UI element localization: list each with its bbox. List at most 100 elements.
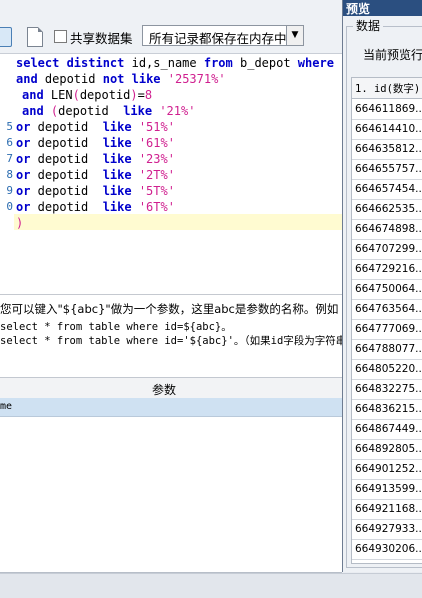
preview-id-cell[interactable]: 664657454... [355,183,422,195]
preview-id-cell[interactable]: 664805220... [355,363,422,375]
line-number: 9 [6,184,13,197]
preview-id-cell[interactable]: 664729216... [355,263,422,275]
preview-row[interactable]: 664707299... [352,239,422,260]
preview-row[interactable]: 664921168... [352,499,422,520]
line-number: 7 [6,152,13,165]
sql-editor[interactable]: 5 6 7 8 9 0 select distinct id,s_name fr… [0,54,342,295]
preview-id-cell[interactable]: 664707299... [355,243,422,255]
preview-row[interactable]: 664892805... [352,439,422,460]
preview-row[interactable]: 664750064... [352,279,422,300]
sql-text: b_depot [232,56,298,70]
code-line: select distinct id,s_name from b_depot w… [16,56,342,70]
sql-keyword: like [102,152,132,166]
current-preview-label: 当前预览行 [363,48,422,62]
preview-id-cell[interactable]: 664662535... [355,203,422,215]
refresh-icon[interactable] [0,27,12,47]
preview-id-cell[interactable]: 664832275... [355,383,422,395]
sql-string: '6T%' [131,200,175,214]
preview-row[interactable]: 664927933... [352,519,422,540]
sql-keyword: or [16,184,31,198]
sql-string: '5T%' [131,184,175,198]
sql-keyword: select distinct [16,56,125,70]
preview-row[interactable]: 664836215... [352,399,422,420]
sql-keyword: or [16,200,31,214]
chevron-down-icon[interactable]: ▼ [286,26,303,45]
hint-example: select * from table where id='${abc}'。（如… [0,335,342,347]
parameter-row[interactable]: me [0,398,342,417]
share-dataset-checkbox[interactable] [54,30,67,43]
sql-keyword: like [102,120,132,134]
preview-id-cell[interactable]: 664913599... [355,483,422,495]
preview-id-cell[interactable]: 664892805... [355,443,422,455]
current-line-highlight [14,214,342,230]
preview-grid[interactable]: 1. id(数字) 664611869... 664614410... 664635… [351,77,422,564]
code-line: or depotid like '2T%' [16,168,175,182]
preview-row[interactable]: 664662535... [352,199,422,220]
preview-id-cell[interactable]: 664750064... [355,283,422,295]
preview-row[interactable]: 664832275... [352,379,422,400]
line-number: 8 [6,168,13,181]
sql-text: depotid [58,104,124,118]
preview-row[interactable]: 664655757... [352,159,422,180]
preview-id-cell[interactable]: 664614410... [355,123,422,135]
sql-paren: ) [130,88,138,102]
preview-row[interactable]: 664805220... [352,359,422,380]
code-line: or depotid like '6T%' [16,200,175,214]
preview-id-cell[interactable]: 664930206... [355,543,422,555]
preview-row[interactable]: 664777069... [352,319,422,340]
preview-row[interactable]: 664867449... [352,419,422,440]
storage-mode-value: 所有记录都保存在内存中 [149,31,287,46]
preview-id-cell[interactable]: 664611869... [355,103,422,115]
preview-row[interactable]: 664635812... [352,139,422,160]
sql-keyword: not like [102,72,161,86]
parameters-column-title: 参数 [152,383,177,397]
parameter-hint: 您可以键入"${abc}"做为一个参数，这里abc是参数的名称。例如 selec… [0,295,342,377]
sql-keyword: and [22,104,44,118]
preview-id-cell[interactable]: 664901252... [355,463,422,475]
preview-row[interactable]: 664763564... [352,299,422,320]
preview-row[interactable]: 664913599... [352,479,422,500]
new-document-icon[interactable] [27,27,43,47]
preview-row[interactable]: 664901252... [352,459,422,480]
preview-id-cell[interactable]: 664867449... [355,423,422,435]
preview-id-cell[interactable]: 664836215... [355,403,422,415]
preview-row[interactable]: 664657454... [352,179,422,200]
sql-keyword: like [102,184,132,198]
preview-id-cell[interactable]: 664635812... [355,143,422,155]
sql-keyword: or [16,120,31,134]
code-line: or depotid like '51%' [16,120,175,134]
storage-mode-select[interactable]: 所有记录都保存在内存中 ▼ [142,25,304,46]
sql-text: depotid [30,152,103,166]
preview-id-cell[interactable]: 664777069... [355,323,422,335]
preview-panel: 预览 数据 当前预览行 1. id(数字) 664611869... 664614… [342,0,422,572]
hint-example: select * from table where id=${abc}。 [0,321,232,333]
preview-row[interactable]: 664614410... [352,119,422,140]
preview-id-cell[interactable]: 664763564... [355,303,422,315]
code-line: or depotid like '5T%' [16,184,175,198]
data-group-label: 数据 [353,17,384,34]
preview-id-cell[interactable]: 664674898... [355,223,422,235]
column-header-label: 1. id(数字) [355,83,421,95]
sql-keyword: and [22,88,44,102]
sql-keyword: or [16,168,31,182]
preview-column-header[interactable]: 1. id(数字) [352,78,422,99]
preview-row[interactable]: 664674898... [352,219,422,240]
preview-row[interactable]: 664930206... [352,539,422,560]
preview-title-bar: 预览 [343,0,422,16]
sql-keyword: like [123,104,153,118]
parameter-name-cell[interactable]: me [0,401,12,412]
sql-text: = [137,88,145,102]
line-number: 0 [6,200,13,213]
preview-id-cell[interactable]: 664655757... [355,163,422,175]
code-line: or depotid like '23%' [16,152,175,166]
preview-row[interactable]: 664729216... [352,259,422,280]
preview-id-cell[interactable]: 664927933... [355,523,422,535]
preview-id-cell[interactable]: 664921168... [355,503,422,515]
sql-keyword: or [16,136,31,150]
sql-string: '2T%' [131,168,175,182]
code-line: and depotid not like '25371%' [16,72,226,86]
preview-id-cell[interactable]: 664788077... [355,343,422,355]
sql-text: id,s_name [124,56,204,70]
preview-row[interactable]: 664788077... [352,339,422,360]
preview-row[interactable]: 664611869... [352,99,422,120]
